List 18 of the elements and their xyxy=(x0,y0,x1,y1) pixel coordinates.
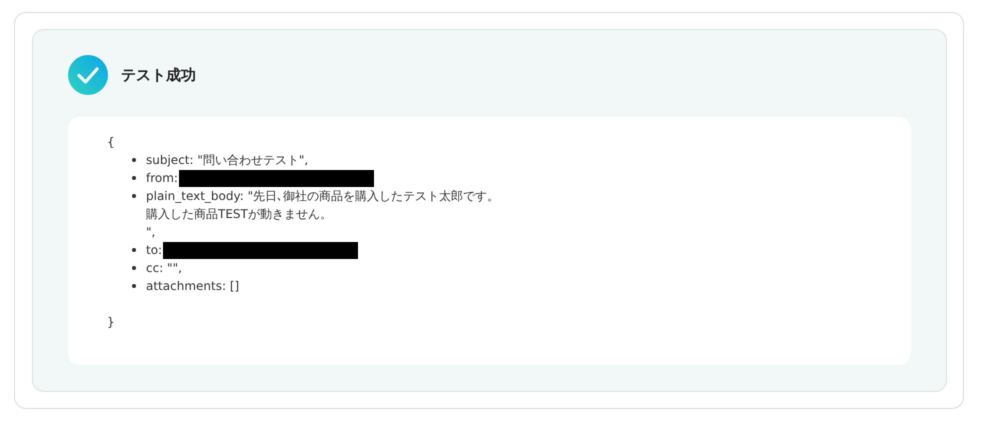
field-text: attachments: [] xyxy=(146,278,240,295)
field-text: plain_text_body: "先日､御社の商品を購入したテスト太郎です。 xyxy=(146,188,500,205)
bullet-icon xyxy=(132,158,136,162)
field-text: to: xyxy=(146,242,162,259)
field-text: from: xyxy=(146,170,178,187)
bullet-icon xyxy=(132,248,136,252)
bullet-icon xyxy=(132,284,136,288)
field-text: ", xyxy=(146,224,156,241)
open-brace: { xyxy=(107,134,115,151)
bullet-icon xyxy=(132,194,136,198)
check-circle-icon xyxy=(68,55,108,95)
field-text: 購入した商品TESTが動きません。 xyxy=(146,206,332,223)
result-title: テスト成功 xyxy=(121,66,196,84)
field-text: cc: "", xyxy=(146,260,182,277)
bullet-icon xyxy=(132,176,136,180)
close-brace: } xyxy=(107,314,115,331)
field-text: subject: "問い合わせテスト", xyxy=(146,152,308,169)
bullet-icon xyxy=(132,266,136,270)
